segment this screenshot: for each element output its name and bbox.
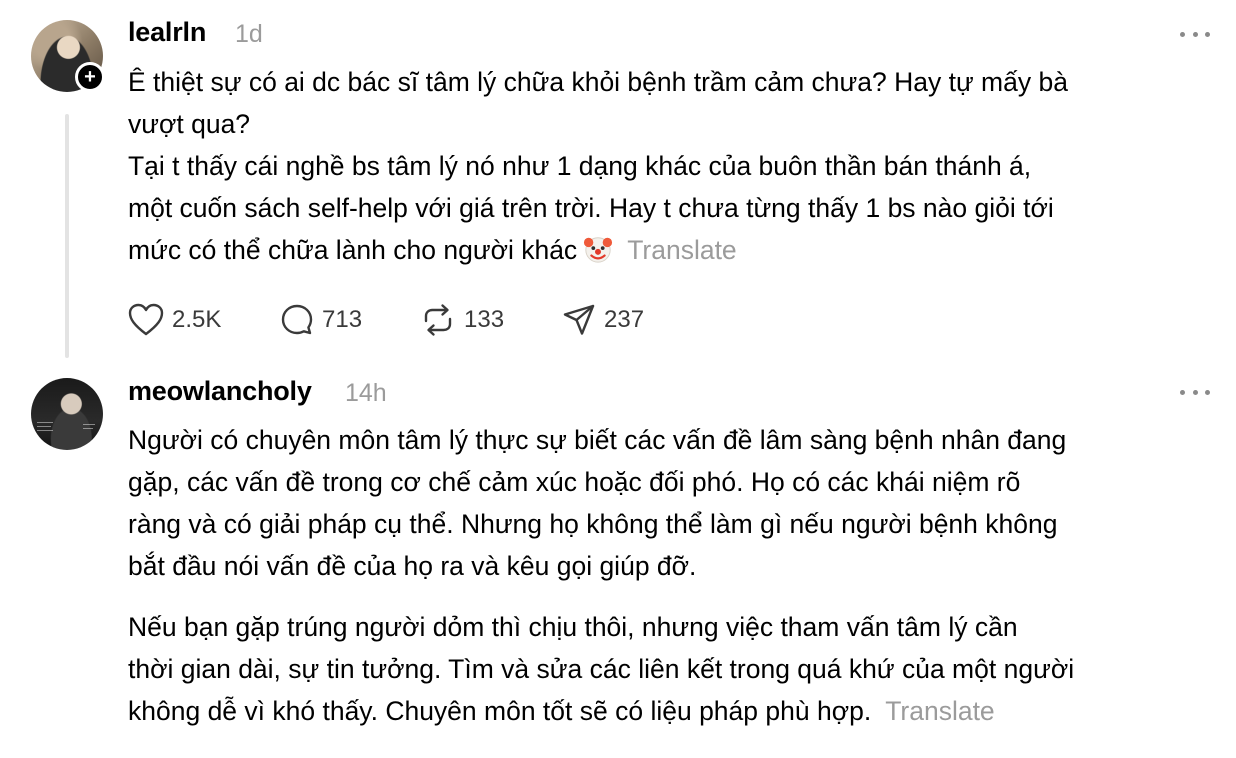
- send-icon: [563, 304, 595, 335]
- post-text-line: mức có thể chữa lành cho người khác: [128, 235, 578, 265]
- translate-link[interactable]: Translate: [627, 235, 736, 265]
- reply-author-avatar[interactable]: [31, 378, 103, 450]
- comment-bubble-icon: [281, 304, 313, 335]
- share-button[interactable]: 237: [562, 302, 644, 338]
- post-text-line: Ê thiệt sự có ai dc bác sĩ tâm lý chữa k…: [128, 67, 1068, 97]
- reply-text-line: ràng và có giải pháp cụ thể. Nhưng họ kh…: [128, 509, 1058, 539]
- reply-text-line: thời gian dài, sự tin tưởng. Tìm và sửa …: [128, 654, 1075, 684]
- repost-count: 133: [464, 306, 505, 333]
- post-timestamp[interactable]: 1d: [235, 20, 263, 49]
- repost-icon: [424, 304, 452, 336]
- reply-text-line: bắt đầu nói vấn đề của họ ra và kêu gọi …: [128, 551, 697, 581]
- post-text-line: Tại t thấy cái nghề bs tâm lý nó như 1 d…: [128, 151, 1032, 181]
- reply-text-line: gặp, các vấn đề trong cơ chế cảm xúc hoặ…: [128, 467, 1021, 497]
- comment-count: 713: [322, 306, 363, 333]
- share-count: 237: [604, 306, 645, 333]
- comment-button[interactable]: 713: [280, 302, 362, 338]
- more-options-icon[interactable]: [1180, 29, 1210, 39]
- reply-text-line-last: không dễ vì khó thấy. Chuyên môn tốt sẽ …: [128, 690, 1213, 732]
- post-text-line: một cuốn sách self-help với giá trên trờ…: [128, 193, 1054, 223]
- reply-paragraph-1: Người có chuyên môn tâm lý thực sự biết …: [128, 419, 1213, 587]
- repost-button[interactable]: 133: [420, 302, 504, 338]
- reply-paragraph-2: Nếu bạn gặp trúng người dỏm thì chịu thô…: [128, 606, 1213, 732]
- reply-timestamp[interactable]: 14h: [345, 379, 387, 408]
- reply-text-line: không dễ vì khó thấy. Chuyên môn tốt sẽ …: [128, 696, 872, 726]
- reply-translate-link[interactable]: Translate: [885, 696, 994, 726]
- follow-plus-icon[interactable]: +: [75, 62, 105, 92]
- post-text-line: vượt qua?: [128, 109, 251, 139]
- reply-author-username[interactable]: meowlancholy: [128, 376, 312, 407]
- heart-icon: [128, 303, 164, 336]
- like-count: 2.5K: [172, 306, 222, 333]
- thread-connector-line: [65, 114, 69, 358]
- post-author-username[interactable]: lealrln: [128, 17, 206, 48]
- reply-more-options-icon[interactable]: [1180, 387, 1210, 397]
- reply-text-line: Người có chuyên môn tâm lý thực sự biết …: [128, 425, 1067, 455]
- reply-text-line: Nếu bạn gặp trúng người dỏm thì chịu thô…: [128, 612, 1018, 642]
- post-text-line-last: mức có thể chữa lành cho người khác Tran…: [128, 229, 1213, 271]
- clown-face-icon: [584, 237, 613, 263]
- like-button[interactable]: 2.5K: [128, 302, 221, 338]
- post-body: Ê thiệt sự có ai dc bác sĩ tâm lý chữa k…: [128, 61, 1213, 271]
